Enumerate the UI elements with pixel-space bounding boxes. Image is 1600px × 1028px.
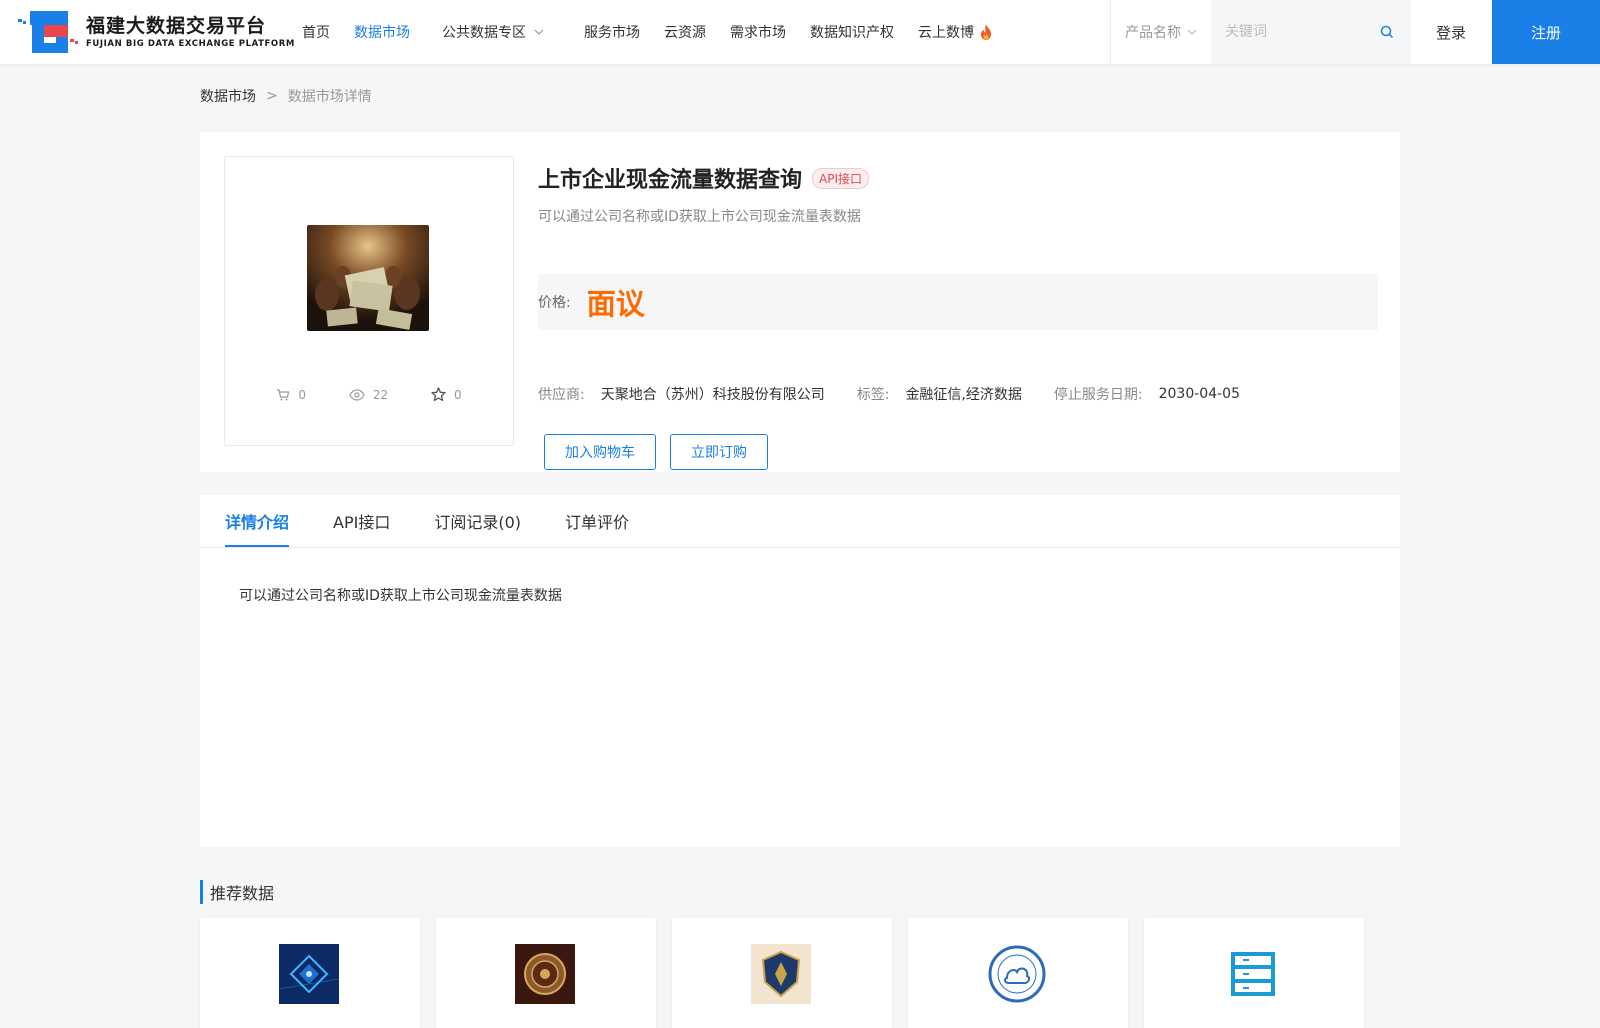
stop-date-label: 停止服务日期: bbox=[1053, 387, 1143, 403]
api-badge: API接口 bbox=[812, 167, 870, 189]
supplier-label: 供应商: bbox=[538, 387, 585, 403]
chevron-down-icon bbox=[534, 29, 544, 35]
recommend-image bbox=[1223, 944, 1283, 1004]
recommend-card[interactable] bbox=[1144, 918, 1364, 1028]
tags-label: 标签: bbox=[856, 387, 890, 403]
product-card: 0 22 0 上市企业现金流量数据查询 API接口 可以通过公司名称或ID获取上… bbox=[200, 132, 1400, 472]
logo[interactable]: 福建大数据交易平台 FUJIAN BIG DATA EXCHANGE PLATF… bbox=[16, 8, 294, 56]
recommend-image bbox=[515, 944, 575, 1004]
tab-subscriptions[interactable]: 订阅记录(0) bbox=[434, 495, 521, 547]
search-input-wrap bbox=[1211, 0, 1411, 64]
nav-service-market[interactable]: 服务市场 bbox=[584, 22, 640, 42]
recommend-card[interactable] bbox=[200, 918, 420, 1028]
product-title: 上市企业现金流量数据查询 bbox=[538, 168, 803, 193]
recommend-image bbox=[987, 944, 1047, 1004]
tab-api[interactable]: API接口 bbox=[333, 495, 390, 547]
nav-cloud-expo-label: 云上数博 bbox=[918, 25, 974, 41]
search-button[interactable] bbox=[1377, 22, 1397, 42]
detail-card: 详情介绍 API接口 订阅记录(0) 订单评价 可以通过公司名称或ID获取上市公… bbox=[200, 495, 1400, 847]
top-header: 福建大数据交易平台 FUJIAN BIG DATA EXCHANGE PLATF… bbox=[0, 0, 1600, 64]
recommend-title: 推荐数据 bbox=[200, 880, 274, 904]
nav-demand-market[interactable]: 需求市场 bbox=[730, 22, 786, 42]
recommend-list bbox=[200, 918, 1380, 1028]
nav-public-data[interactable]: 公共数据专区 bbox=[442, 22, 544, 42]
nav-home[interactable]: 首页 bbox=[302, 22, 330, 42]
search-input[interactable] bbox=[1225, 24, 1375, 40]
detail-description: 可以通过公司名称或ID获取上市公司现金流量表数据 bbox=[239, 588, 562, 604]
breadcrumb-separator: > bbox=[266, 88, 278, 104]
detail-tabs: 详情介绍 API接口 订阅记录(0) 订单评价 bbox=[200, 495, 1400, 548]
product-image bbox=[307, 225, 429, 331]
recommend-image bbox=[279, 944, 339, 1004]
price-label: 价格: bbox=[538, 295, 571, 311]
price-value: 面议 bbox=[586, 287, 645, 321]
nav-public-data-label: 公共数据专区 bbox=[442, 25, 526, 41]
view-count: 22 bbox=[349, 387, 388, 402]
nav-data-ip[interactable]: 数据知识产权 bbox=[810, 22, 894, 42]
product-subtitle: 可以通过公司名称或ID获取上市公司现金流量表数据 bbox=[538, 209, 861, 225]
view-count-value: 22 bbox=[372, 387, 389, 402]
search-bar: 产品名称 bbox=[1110, 0, 1411, 64]
product-stats: 0 22 0 bbox=[225, 387, 513, 402]
chevron-down-icon bbox=[1187, 29, 1197, 35]
product-thumbnail-box: 0 22 0 bbox=[224, 156, 514, 446]
register-button[interactable]: 注册 bbox=[1492, 0, 1600, 64]
recommend-card[interactable] bbox=[436, 918, 656, 1028]
product-info: 上市企业现金流量数据查询 API接口 可以通过公司名称或ID获取上市公司现金流量… bbox=[538, 160, 1378, 470]
buy-now-button[interactable]: 立即订购 bbox=[670, 434, 768, 470]
breadcrumb: 数据市场 > 数据市场详情 bbox=[200, 86, 372, 106]
breadcrumb-current: 数据市场详情 bbox=[287, 89, 372, 105]
nav-data-market[interactable]: 数据市场 bbox=[354, 22, 410, 42]
tab-details[interactable]: 详情介绍 bbox=[225, 495, 290, 547]
supplier-value: 天聚地合（苏州）科技股份有限公司 bbox=[600, 387, 825, 403]
cart-count-value: 0 bbox=[298, 387, 307, 402]
favorite-count-value: 0 bbox=[453, 387, 462, 402]
breadcrumb-root[interactable]: 数据市场 bbox=[200, 86, 256, 106]
tab-reviews[interactable]: 订单评价 bbox=[565, 495, 629, 547]
product-meta: 供应商: 天聚地合（苏州）科技股份有限公司 标签: 金融征信,经济数据 停止服务… bbox=[538, 384, 1272, 404]
search-type-label: 产品名称 bbox=[1125, 25, 1181, 41]
logo-title: 福建大数据交易平台 bbox=[86, 15, 267, 37]
product-actions: 加入购物车 立即订购 bbox=[544, 434, 782, 470]
fire-icon bbox=[981, 24, 991, 40]
logo-subtitle: FUJIAN BIG DATA EXCHANGE PLATFORM bbox=[86, 39, 295, 49]
login-button[interactable]: 登录 bbox=[1411, 0, 1491, 64]
stop-date-value: 2030-04-05 bbox=[1158, 386, 1240, 402]
nav-cloud-expo[interactable]: 云上数博 bbox=[918, 22, 994, 42]
cart-count: 0 bbox=[276, 387, 306, 402]
price-box: 价格: 面议 bbox=[538, 274, 1378, 330]
recommend-card[interactable] bbox=[908, 918, 1128, 1028]
search-icon bbox=[1380, 25, 1394, 39]
cart-icon bbox=[277, 388, 290, 400]
nav-cloud-resource[interactable]: 云资源 bbox=[664, 22, 706, 42]
tags-value: 金融征信,经济数据 bbox=[905, 387, 1022, 403]
eye-icon bbox=[349, 388, 365, 401]
main-nav: 首页 数据市场 公共数据专区 服务市场 云资源 需求市场 数据知识产权 云上数博 bbox=[290, 0, 1006, 64]
recommend-card[interactable] bbox=[672, 918, 892, 1028]
recommend-image bbox=[751, 944, 811, 1004]
add-to-cart-button[interactable]: 加入购物车 bbox=[544, 434, 656, 470]
favorite-count[interactable]: 0 bbox=[431, 387, 462, 402]
star-icon bbox=[431, 387, 446, 402]
logo-mark bbox=[16, 9, 82, 55]
search-type-select[interactable]: 产品名称 bbox=[1111, 0, 1211, 64]
